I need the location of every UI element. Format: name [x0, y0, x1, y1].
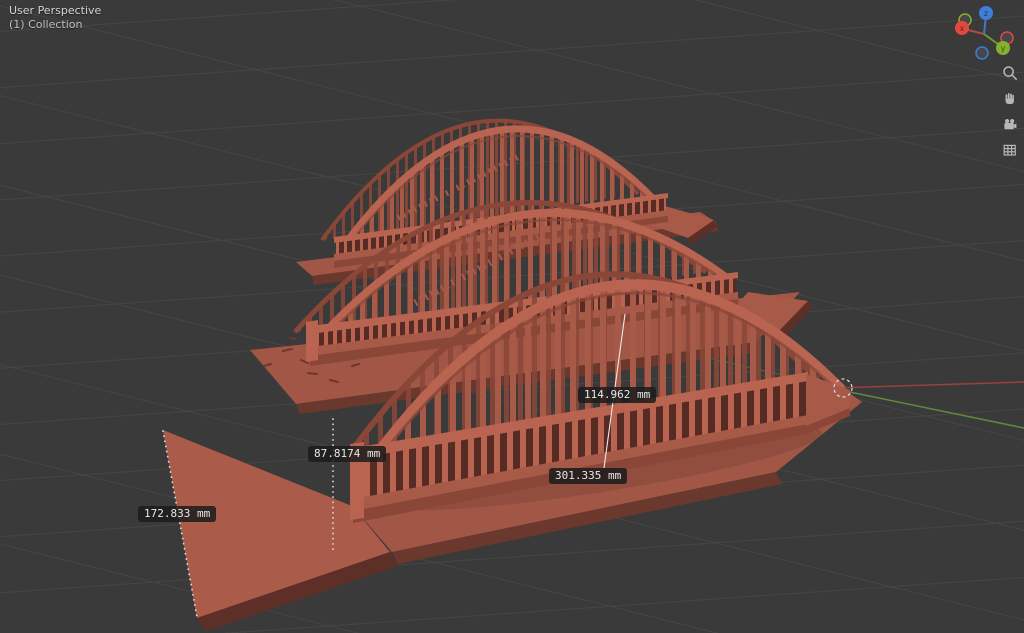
move-hand-icon[interactable] [1001, 90, 1019, 108]
scene-canvas[interactable] [0, 0, 1024, 633]
camera-view-icon[interactable] [1001, 116, 1019, 134]
navigation-gizmo[interactable]: x y z [946, 2, 1022, 64]
3d-viewport[interactable]: User Perspective (1) Collection 114.962 … [0, 0, 1024, 633]
viewport-toolbar [1001, 64, 1019, 160]
measurement-label-height: 114.962 mm [578, 387, 656, 403]
measurement-label-ramp: 172.833 mm [138, 506, 216, 522]
gizmo-z-label: z [984, 9, 988, 18]
viewport-header: User Perspective (1) Collection [9, 4, 101, 32]
collection-label: (1) Collection [9, 18, 101, 32]
gizmo-axis-z-negative[interactable] [976, 47, 988, 59]
orthographic-grid-icon[interactable] [1001, 142, 1019, 160]
gizmo-y-label: y [1001, 44, 1006, 53]
gizmo-x-label: x [960, 24, 965, 33]
view-perspective-label: User Perspective [9, 4, 101, 18]
zoom-icon[interactable] [1001, 64, 1019, 82]
measurement-label-span: 301.335 mm [549, 468, 627, 484]
measurement-label-width: 87.8174 mm [308, 446, 386, 462]
